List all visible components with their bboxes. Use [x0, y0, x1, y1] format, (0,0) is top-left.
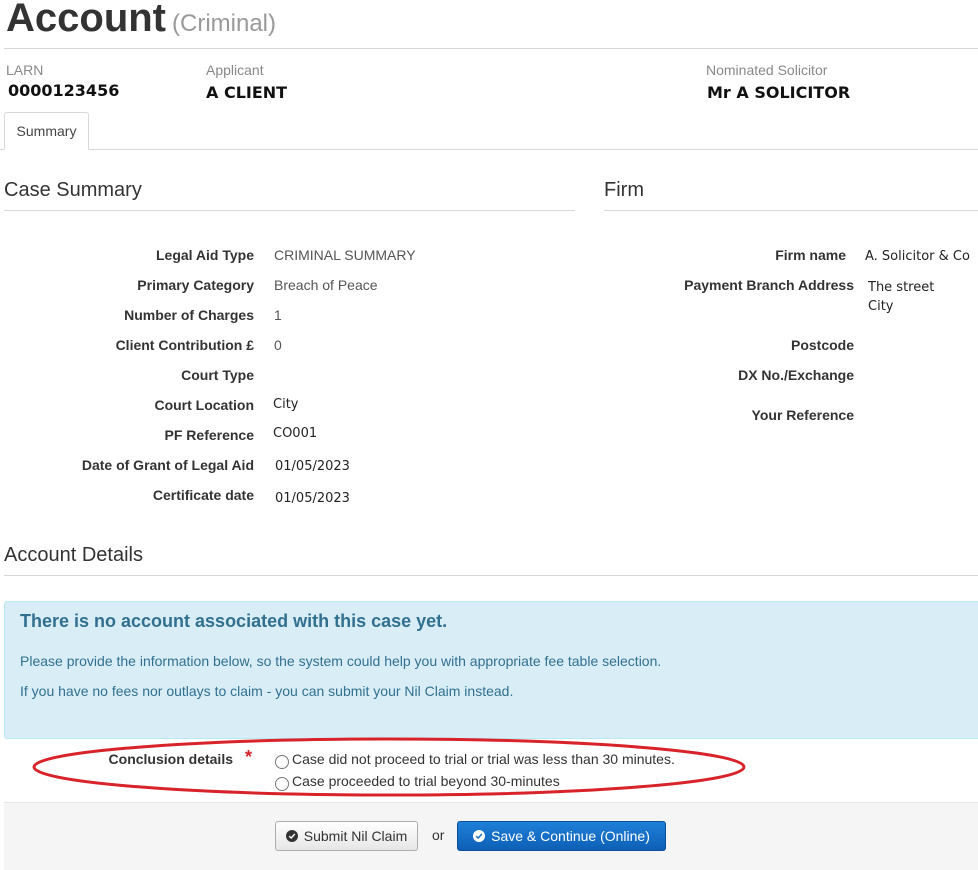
address-line-1: The street: [868, 280, 935, 295]
number-of-charges-value: 1: [274, 307, 282, 323]
save-continue-button[interactable]: Save & Continue (Online): [457, 821, 666, 851]
court-location-value: City: [273, 397, 299, 412]
date-of-grant-label: Date of Grant of Legal Aid: [81, 457, 254, 473]
submit-nil-claim-button[interactable]: Submit Nil Claim: [275, 821, 418, 851]
larn-value: 0000123456: [8, 81, 120, 100]
alert-line-2: If you have no fees nor outlays to claim…: [20, 683, 514, 699]
primary-category-label: Primary Category: [137, 277, 254, 293]
pf-reference-value: CO001: [273, 426, 318, 441]
case-summary-divider: [4, 210, 575, 211]
legal-aid-type-value: CRIMINAL SUMMARY: [274, 247, 416, 263]
applicant-value: A CLIENT: [206, 83, 288, 102]
firm-heading: Firm: [604, 179, 644, 201]
applicant-label: Applicant: [206, 62, 264, 78]
dx-exchange-label: DX No./Exchange: [738, 367, 854, 383]
save-continue-label: Save & Continue (Online): [491, 828, 650, 844]
submit-nil-claim-label: Submit Nil Claim: [303, 828, 408, 844]
postcode-label: Postcode: [790, 337, 854, 353]
header-divider: [4, 48, 978, 49]
firm-name-value: A. Solicitor & Co: [865, 249, 970, 264]
address-line-2: City: [868, 299, 894, 314]
alert-line-1: Please provide the information below, so…: [20, 653, 662, 669]
pf-reference-label: PF Reference: [164, 427, 254, 443]
check-circle-icon: [473, 830, 486, 842]
page-title: Account (Criminal): [6, 0, 276, 48]
no-account-alert: There is no account associated with this…: [4, 601, 978, 739]
court-location-label: Court Location: [154, 397, 254, 413]
or-separator: or: [432, 827, 445, 843]
account-details-heading: Account Details: [4, 544, 143, 566]
firm-name-label: Firm name: [775, 247, 846, 263]
solicitor-value: Mr A SOLICITOR: [707, 83, 851, 102]
client-contribution-label: Client Contribution £: [115, 337, 254, 353]
case-summary-heading: Case Summary: [4, 179, 142, 201]
check-circle-icon: [285, 830, 298, 842]
page-title-text: Account: [6, 0, 166, 40]
court-type-label: Court Type: [181, 367, 254, 383]
account-details-divider: [4, 575, 978, 576]
certificate-date-value: 01/05/2023: [275, 491, 350, 506]
number-of-charges-label: Number of Charges: [124, 307, 254, 323]
larn-label: LARN: [6, 62, 44, 78]
client-contribution-value: 0: [274, 337, 282, 353]
alert-title: There is no account associated with this…: [20, 611, 448, 631]
solicitor-label: Nominated Solicitor: [706, 62, 828, 78]
page-subtitle: (Criminal): [172, 10, 276, 37]
certificate-date-label: Certificate date: [152, 487, 254, 503]
legal-aid-type-label: Legal Aid Type: [155, 247, 254, 263]
date-of-grant-value: 01/05/2023: [275, 459, 350, 474]
tab-bar-line: [0, 149, 978, 150]
your-reference-label: Your Reference: [751, 407, 854, 423]
firm-divider: [604, 210, 978, 211]
payment-branch-address-label: Payment Branch Address: [684, 277, 854, 293]
tab-summary[interactable]: Summary: [4, 112, 89, 150]
annotation-ellipse: [32, 737, 746, 797]
primary-category-value: Breach of Peace: [274, 277, 378, 293]
